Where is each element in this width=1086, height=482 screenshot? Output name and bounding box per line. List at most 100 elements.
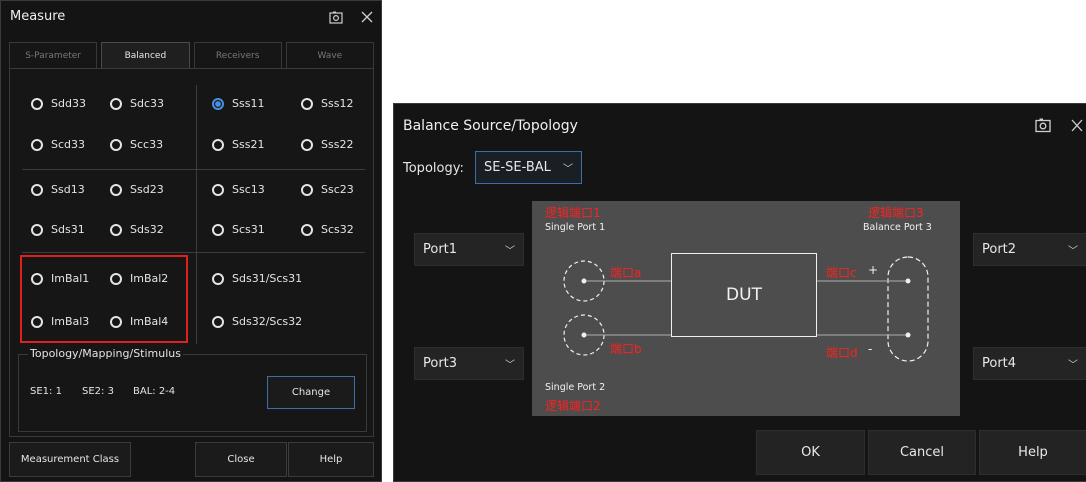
imbalance-highlight-box <box>20 255 188 343</box>
radio-label: Ssd13 <box>51 183 85 196</box>
radio-ssc13[interactable]: Ssc13 <box>212 183 265 196</box>
se2-value: SE2: 3 <box>82 386 114 397</box>
radio-label: Ssd23 <box>130 183 164 196</box>
chevron-down-icon: ﹀ <box>563 164 573 175</box>
port-a-label: 端口a <box>610 266 642 280</box>
port2-value: Port2 <box>982 242 1017 257</box>
radio-scc33[interactable]: Scc33 <box>110 138 163 151</box>
close-icon[interactable] <box>1069 116 1085 134</box>
port4-dropdown[interactable]: Port4 ﹀ <box>973 347 1086 380</box>
measure-title: Measure <box>10 9 66 24</box>
radio-sdc33[interactable]: Sdc33 <box>110 97 164 110</box>
radio-sss12[interactable]: Sss12 <box>301 97 353 110</box>
topology-group-title: Topology/Mapping/Stimulus <box>28 347 183 360</box>
radio-ssd13[interactable]: Ssd13 <box>31 183 85 196</box>
ok-button[interactable]: OK <box>756 430 865 475</box>
radio-circle-icon <box>110 272 122 285</box>
plus-sign: + <box>868 263 879 277</box>
change-button[interactable]: Change <box>267 376 355 409</box>
radio-scs32[interactable]: Scs32 <box>301 223 354 236</box>
row-divider <box>22 169 365 170</box>
radio-imbal1[interactable]: ImBal1 <box>31 272 89 285</box>
radio-label: Scs32 <box>321 223 354 236</box>
radio-circle-icon <box>110 315 122 328</box>
radio-circle-icon <box>301 223 313 236</box>
radio-label: Sss21 <box>232 138 265 151</box>
topology-diagram: DUT 逻辑端口1 Single Port 1 逻辑端口3 Balance Po… <box>532 201 960 416</box>
radio-scd33[interactable]: Scd33 <box>31 138 85 151</box>
radio-label: Ssc13 <box>232 183 265 196</box>
help-button[interactable]: Help <box>979 430 1086 475</box>
radio-sds31-scs31[interactable]: Sds31/Scs31 <box>212 272 302 285</box>
radio-circle-icon <box>31 97 43 110</box>
radio-circle-icon <box>110 223 122 236</box>
single-port1-label: Single Port 1 <box>545 222 606 233</box>
radio-label: Sdc33 <box>130 97 165 110</box>
close-button[interactable]: Close <box>195 442 287 477</box>
radio-label: Sss11 <box>232 97 265 110</box>
radio-sss22[interactable]: Sss22 <box>301 138 353 151</box>
radio-label: Sds32/Scs32 <box>232 315 303 328</box>
screenshot-icon[interactable] <box>328 9 344 25</box>
radio-label: Sds32 <box>130 223 164 236</box>
radio-sss21[interactable]: Sss21 <box>212 138 264 151</box>
close-icon[interactable] <box>359 9 375 25</box>
radio-circle-icon <box>301 138 313 151</box>
radio-label: ImBal1 <box>51 272 90 285</box>
se1-value: SE1: 1 <box>30 386 62 397</box>
logical-port1-label: 逻辑端口1 <box>545 206 601 220</box>
radio-sds32-scs32[interactable]: Sds32/Scs32 <box>212 315 302 328</box>
radio-label: Ssc23 <box>321 183 354 196</box>
port4-value: Port4 <box>982 356 1017 371</box>
tab-balanced[interactable]: Balanced <box>101 42 190 68</box>
bal-value: BAL: 2-4 <box>133 386 176 397</box>
radio-circle-icon <box>212 183 224 196</box>
radio-circle-icon <box>301 97 313 110</box>
radio-imbal3[interactable]: ImBal3 <box>31 315 89 328</box>
logical-port3-label: 逻辑端口3 <box>868 206 924 220</box>
dut-box: DUT <box>671 253 817 337</box>
radio-sdd33[interactable]: Sdd33 <box>31 97 86 110</box>
radio-sss11[interactable]: Sss11 <box>212 97 264 110</box>
port1-dropdown[interactable]: Port1 ﹀ <box>414 233 524 266</box>
radio-circle-icon <box>31 272 43 285</box>
radio-label: ImBal2 <box>130 272 169 285</box>
radio-sds32[interactable]: Sds32 <box>110 223 164 236</box>
port-c-label: 端口c <box>826 266 857 280</box>
port3-dropdown[interactable]: Port3 ﹀ <box>414 347 524 380</box>
balance-title: Balance Source/Topology <box>403 118 578 134</box>
radio-imbal2[interactable]: ImBal2 <box>110 272 168 285</box>
chevron-down-icon: ﹀ <box>505 246 515 257</box>
tab-wave[interactable]: Wave <box>285 42 374 68</box>
tab-s-parameter[interactable]: S-Parameter <box>9 42 98 68</box>
radio-label: ImBal3 <box>51 315 90 328</box>
chevron-down-icon: ﹀ <box>1068 360 1078 371</box>
radio-sds31[interactable]: Sds31 <box>31 223 85 236</box>
radio-circle-icon <box>212 272 224 285</box>
help-button[interactable]: Help <box>288 442 374 477</box>
radio-selected-icon <box>212 97 224 110</box>
cancel-button[interactable]: Cancel <box>868 430 976 475</box>
logical-port2-label: 逻辑端口2 <box>545 399 601 413</box>
row-divider <box>22 252 365 253</box>
radio-scs31[interactable]: Scs31 <box>212 223 265 236</box>
measurement-class-button[interactable]: Measurement Class <box>9 442 131 477</box>
radio-circle-icon <box>31 315 43 328</box>
single-port2-label: Single Port 2 <box>545 382 606 393</box>
radio-circle-icon <box>212 315 224 328</box>
tab-receivers[interactable]: Receivers <box>193 42 282 68</box>
radio-ssc23[interactable]: Ssc23 <box>301 183 354 196</box>
radio-imbal4[interactable]: ImBal4 <box>110 315 168 328</box>
radio-circle-icon <box>31 138 43 151</box>
measure-tabs: S-Parameter Balanced Receivers Wave <box>9 42 374 68</box>
screenshot-icon[interactable] <box>1034 116 1052 134</box>
radio-label: Sds31 <box>51 223 85 236</box>
radio-label: ImBal4 <box>130 315 169 328</box>
topology-dropdown[interactable]: SE-SE-BAL ﹀ <box>475 151 582 184</box>
radio-ssd23[interactable]: Ssd23 <box>110 183 164 196</box>
port2-dropdown[interactable]: Port2 ﹀ <box>973 233 1086 266</box>
balance-topology-dialog: Balance Source/Topology Topology: SE-SE-… <box>393 103 1086 482</box>
port-b-label: 端口b <box>610 342 642 356</box>
port1-value: Port1 <box>423 242 458 257</box>
radio-circle-icon <box>212 223 224 236</box>
